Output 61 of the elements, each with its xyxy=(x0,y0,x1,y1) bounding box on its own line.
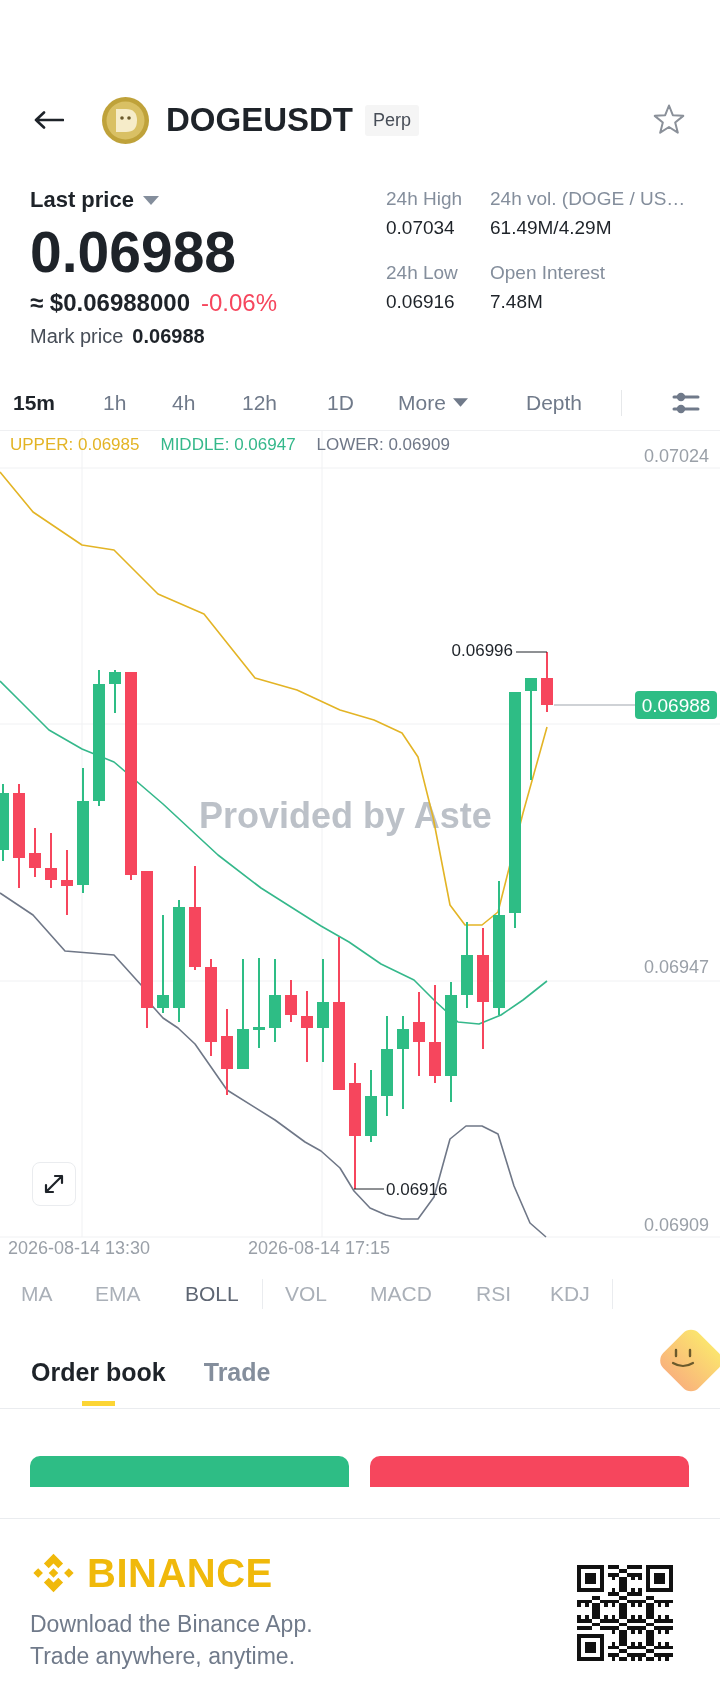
leader-line xyxy=(353,1188,385,1190)
band-legend-label: UPPER: 0.06985 xyxy=(10,435,140,455)
last-price-dropdown[interactable]: Last price xyxy=(30,186,159,214)
stat-value: 61.49M/4.29M xyxy=(490,216,612,240)
indicator-tab[interactable]: EMA xyxy=(95,1280,141,1307)
indicator-tab[interactable]: KDJ xyxy=(550,1280,590,1307)
candle xyxy=(285,979,297,1023)
stat-value: 7.48M xyxy=(490,290,543,314)
last-price-value: 0.06988 xyxy=(30,222,237,282)
caret-icon xyxy=(452,398,468,407)
usd-price: ≈ $0.06988000 xyxy=(30,289,190,317)
indicator-tab[interactable]: BOLL xyxy=(185,1280,239,1307)
interval-tab[interactable]: 4h xyxy=(172,388,196,417)
stat-label: 24h High xyxy=(386,187,463,211)
leader-line xyxy=(515,651,548,653)
interval-tab[interactable]: 1D xyxy=(327,388,354,417)
indicator-tab[interactable]: MA xyxy=(21,1280,53,1307)
brand-name: BINANCE xyxy=(87,1550,273,1596)
book-tab[interactable]: Trade xyxy=(203,1340,271,1408)
last-price-tag: 0.06988 xyxy=(635,691,717,719)
star-icon[interactable] xyxy=(652,104,686,136)
price-axis-label: 0.06909 xyxy=(643,1215,709,1235)
stat-value: 0.06916 xyxy=(386,290,455,314)
interval-tab[interactable]: 15m xyxy=(13,388,56,417)
candle xyxy=(29,827,41,878)
stat-label: Open Interest xyxy=(490,261,606,285)
indicator-tab[interactable]: MACD xyxy=(370,1280,432,1307)
candle xyxy=(541,651,553,713)
stat-value: 0.07034 xyxy=(386,216,455,240)
band-legend-label: LOWER: 0.06909 xyxy=(316,435,450,455)
contract-type-tag: Perp xyxy=(365,104,420,136)
symbol-title: DOGEUSDT xyxy=(166,100,353,140)
settings-icon[interactable] xyxy=(672,391,700,414)
time-axis-label: 2026-08-14 13:30 xyxy=(8,1238,151,1258)
candle xyxy=(61,849,73,916)
high-price-label: 0.06996 xyxy=(451,640,513,660)
price-change: -0.06% xyxy=(201,289,278,317)
expand-icon xyxy=(43,1173,65,1195)
more-dropdown[interactable]: More xyxy=(398,388,468,417)
coin-logo-icon xyxy=(102,96,149,144)
mark-price-label: Mark price xyxy=(30,324,124,348)
stat-label: 24h Low xyxy=(386,261,458,285)
mark-price-value: 0.06988 xyxy=(132,324,205,348)
back-arrow-icon[interactable] xyxy=(34,111,64,129)
promo-text: Download the Binance App. xyxy=(30,1610,313,1639)
band-legend-label: MIDDLE: 0.06947 xyxy=(160,435,296,455)
depth-tab[interactable]: Depth xyxy=(526,388,583,417)
stat-label: 24h vol. (DOGE / US… xyxy=(490,187,686,211)
promo-text: Trade anywhere, anytime. xyxy=(30,1642,297,1671)
interval-tab[interactable]: 1h xyxy=(103,388,127,417)
price-axis-label: 0.07024 xyxy=(643,446,709,466)
caret-icon xyxy=(142,195,159,205)
indicator-tab[interactable]: RSI xyxy=(476,1280,511,1307)
book-tab[interactable]: Order book xyxy=(31,1340,166,1408)
candle xyxy=(45,832,57,889)
interval-tab[interactable]: 12h xyxy=(242,388,278,417)
expand-button[interactable] xyxy=(32,1162,76,1206)
indicator-tab[interactable]: VOL xyxy=(285,1280,328,1307)
candle xyxy=(109,669,121,714)
time-axis-label: 2026-08-14 17:15 xyxy=(248,1238,391,1258)
price-axis-label: 0.06947 xyxy=(643,957,709,977)
